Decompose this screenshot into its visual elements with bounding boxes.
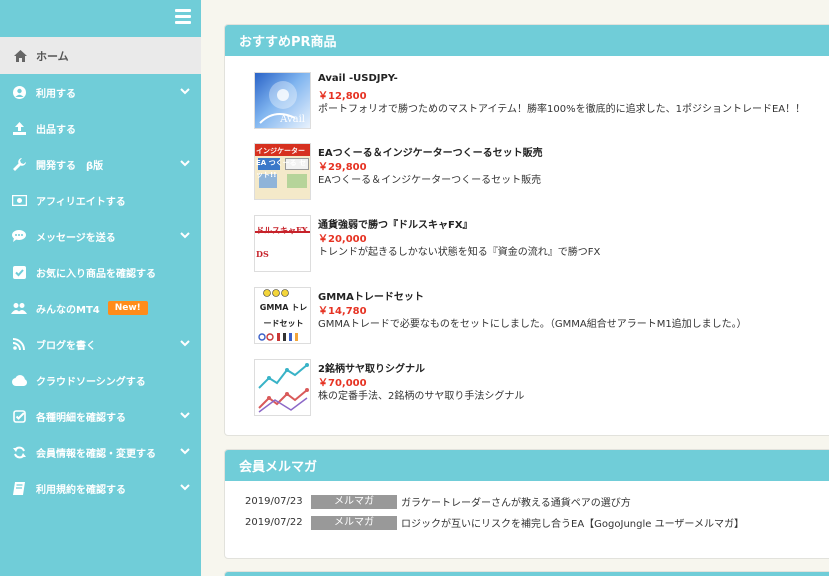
product-name[interactable]: Avail -USDJPY-	[318, 73, 805, 87]
magazine-tag: メルマガ	[311, 515, 397, 530]
new-badge: New!	[107, 301, 148, 315]
sidebar-item-crowdsourcing[interactable]: クラウドソーシングする	[0, 362, 201, 398]
sidebar-item-label: みんなのMT4	[36, 304, 100, 316]
sidebar-top	[0, 0, 201, 37]
sidebar-item-label: 出品する	[36, 124, 76, 136]
thumbnail-text: インジケーター EA つくーる セット!!	[256, 147, 307, 179]
product-item[interactable]: GMMA トレードセット GMMAトレードセット ￥14,780 GMMAトレー…	[254, 287, 747, 344]
money-icon	[11, 193, 27, 207]
check-square-icon	[11, 409, 27, 423]
chevron-down-icon	[180, 160, 190, 167]
magazine-title[interactable]: ロジックが互いにリスクを補完し合うEA【GogoJungle ユーザーメルマガ】	[401, 515, 744, 530]
product-description: 株の定番手法、2銘柄のサヤ取り手法シグナル	[318, 391, 525, 402]
sidebar-item-label: 会員情報を確認・変更する	[36, 448, 156, 460]
thumbnail-text: GMMA トレードセット	[259, 303, 308, 328]
thumbnail-text: ドルスキャFX DS	[256, 225, 308, 259]
product-item[interactable]: ドルスキャFX DS 通貨強弱で勝つ『ドルスキャFX』 ￥20,000 トレンド…	[254, 215, 600, 272]
pr-products-panel: おすすめPR商品 Avail Avail -USDJPY- ￥12,800 ポー…	[224, 24, 829, 436]
sidebar-item-develop[interactable]: 開発する β版	[0, 146, 201, 182]
product-name[interactable]: GMMAトレードセット	[318, 288, 747, 303]
sidebar-item-account[interactable]: 会員情報を確認・変更する	[0, 434, 201, 470]
product-thumbnail[interactable]: GMMA トレードセット	[254, 287, 311, 344]
sidebar-item-label: 利用規約を確認する	[36, 484, 126, 496]
thumbnail-text: Avail	[280, 114, 305, 125]
product-name[interactable]: EAつくーる＆インジケーターつくーるセット販売	[318, 144, 543, 159]
upload-icon	[11, 121, 27, 135]
chevron-down-icon	[180, 484, 190, 491]
sidebar-item-label: 各種明細を確認する	[36, 412, 126, 424]
chevron-down-icon	[180, 232, 190, 239]
sidebar-item-label: ホーム	[36, 49, 69, 63]
users-icon	[11, 301, 27, 315]
sidebar-item-statements[interactable]: 各種明細を確認する	[0, 398, 201, 434]
chat-icon	[11, 229, 27, 243]
check-square-icon	[11, 265, 27, 279]
panel-header	[225, 572, 829, 576]
cloud-icon	[11, 373, 27, 387]
sidebar-item-label: アフィリエイトする	[36, 196, 126, 208]
panel-title: おすすめPR商品	[225, 25, 829, 56]
sidebar-item-favorites[interactable]: お気に入り商品を確認する	[0, 254, 201, 290]
sidebar-item-use[interactable]: 利用する	[0, 74, 201, 110]
sidebar-item-label: ブログを書く	[36, 340, 96, 352]
sidebar-item-label: 利用する	[36, 88, 76, 100]
member-magazine-panel: 会員メルマガ 2019/07/23 メルマガ ガラケートレーダーさんが教える通貨…	[224, 449, 829, 559]
product-thumbnail[interactable]	[254, 359, 311, 416]
wrench-icon	[11, 157, 27, 171]
sidebar: ホーム 利用する 出品する 開発する β版 アフィリエイトする メッセージを送る…	[0, 0, 201, 576]
product-price: ￥12,800	[318, 91, 367, 102]
chevron-down-icon	[180, 340, 190, 347]
product-description: EAつくーる＆インジケーターつくーるセット販売	[318, 175, 542, 186]
product-thumbnail[interactable]: Avail	[254, 72, 311, 129]
home-icon	[12, 49, 28, 63]
sidebar-item-affiliate[interactable]: アフィリエイトする	[0, 182, 201, 218]
sidebar-item-mt4[interactable]: みんなのMT4 New!	[0, 290, 201, 326]
magazine-date: 2019/07/23	[245, 496, 303, 507]
magazine-tag: メルマガ	[311, 494, 397, 509]
sidebar-item-message[interactable]: メッセージを送る	[0, 218, 201, 254]
product-item[interactable]: インジケーター EA つくーる セット!! EAつくーる＆インジケーターつくーる…	[254, 143, 543, 200]
magazine-title[interactable]: ガラケートレーダーさんが教える通貨ペアの選び方	[401, 494, 631, 509]
product-price: ￥29,800	[318, 162, 367, 173]
magazine-row[interactable]: 2019/07/22 メルマガ ロジックが互いにリスクを補完し合うEA【Gogo…	[245, 515, 744, 530]
product-price: ￥20,000	[318, 234, 367, 245]
next-panel	[224, 571, 829, 576]
chevron-down-icon	[180, 448, 190, 455]
sidebar-item-label: お気に入り商品を確認する	[36, 268, 156, 280]
refresh-icon	[11, 445, 27, 459]
sidebar-item-blog[interactable]: ブログを書く	[0, 326, 201, 362]
product-name[interactable]: 通貨強弱で勝つ『ドルスキャFX』	[318, 216, 600, 231]
magazine-row[interactable]: 2019/07/23 メルマガ ガラケートレーダーさんが教える通貨ペアの選び方	[245, 494, 631, 509]
sidebar-item-sell[interactable]: 出品する	[0, 110, 201, 146]
sidebar-item-label: クラウドソーシングする	[36, 376, 146, 388]
product-price: ￥14,780	[318, 306, 367, 317]
sidebar-item-label: 開発する β版	[36, 160, 104, 172]
chevron-down-icon	[180, 88, 190, 95]
product-description: トレンドが起きるしかない状態を知る『資金の流れ』で勝つFX	[318, 247, 601, 258]
product-thumbnail[interactable]: インジケーター EA つくーる セット!!	[254, 143, 311, 200]
magazine-date: 2019/07/22	[245, 517, 303, 528]
product-item[interactable]: 2銘柄サヤ取りシグナル ￥70,000 株の定番手法、2銘柄のサヤ取り手法シグナ…	[254, 359, 524, 416]
product-name[interactable]: 2銘柄サヤ取りシグナル	[318, 360, 524, 375]
product-thumbnail[interactable]: ドルスキャFX DS	[254, 215, 311, 272]
user-circle-icon	[11, 85, 27, 99]
sidebar-item-label: メッセージを送る	[36, 232, 116, 244]
sidebar-item-terms[interactable]: 利用規約を確認する	[0, 470, 201, 506]
sidebar-item-home[interactable]: ホーム	[0, 37, 201, 74]
panel-title: 会員メルマガ	[225, 450, 829, 481]
product-item[interactable]: Avail Avail -USDJPY- ￥12,800 ポートフォリオで勝つた…	[254, 72, 805, 129]
book-icon	[11, 481, 27, 495]
chevron-down-icon	[180, 412, 190, 419]
product-price: ￥70,000	[318, 378, 367, 389]
product-description: ポートフォリオで勝つためのマストアイテム！勝率100%を徹底的に追求した、1ポジ…	[318, 104, 806, 115]
hamburger-icon[interactable]	[175, 9, 191, 25]
rss-icon	[11, 337, 27, 351]
product-description: GMMAトレードで必要なものをセットにしました。（GMMA組合せアラートM1追加…	[318, 319, 747, 330]
